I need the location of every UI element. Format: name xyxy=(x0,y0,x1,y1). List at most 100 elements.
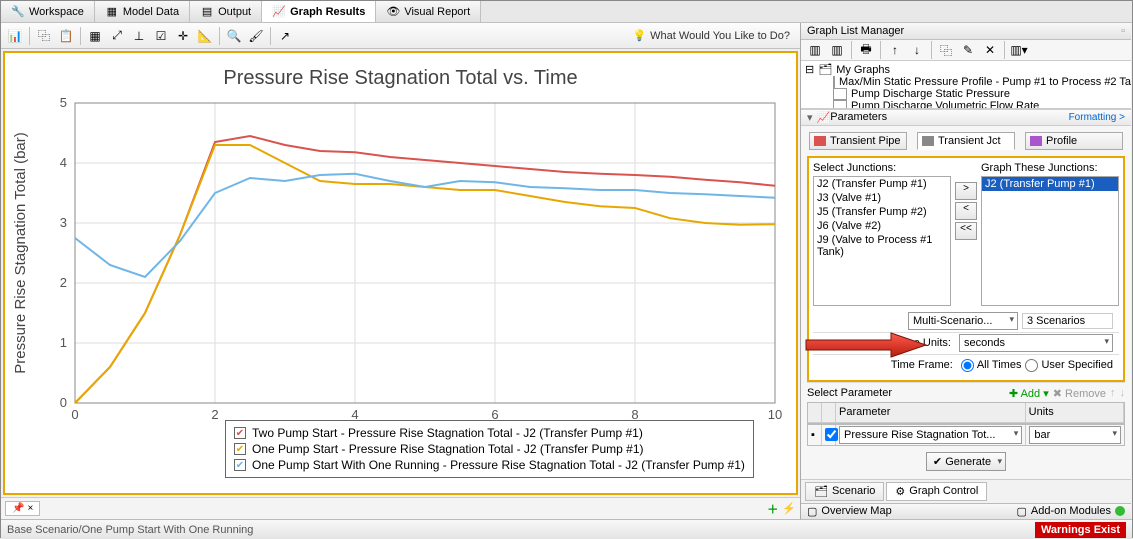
generate-button[interactable]: ✔ Generate xyxy=(926,452,1006,471)
brush-icon[interactable]: 🖌 xyxy=(246,26,266,46)
params-icon: 📈 xyxy=(817,111,831,124)
warnings-badge[interactable]: Warnings Exist xyxy=(1035,522,1126,538)
move-all-left-btn[interactable]: << xyxy=(955,222,977,240)
move-right-btn[interactable]: > xyxy=(955,182,977,200)
param-units-combo[interactable]: bar xyxy=(1029,426,1121,444)
remove-param-btn[interactable]: ✖ Remove xyxy=(1053,387,1106,400)
axes-icon[interactable]: ⊥ xyxy=(129,26,149,46)
graph-junctions-list[interactable]: J2 (Transfer Pump #1) xyxy=(981,176,1119,306)
tab-output[interactable]: ▤Output xyxy=(190,1,262,22)
bolt-icon[interactable]: ⚡ xyxy=(782,502,796,515)
svg-text:0: 0 xyxy=(71,407,78,422)
param-up-icon[interactable]: ↑ xyxy=(1110,387,1116,399)
tab-workspace[interactable]: 🔧Workspace xyxy=(1,1,95,22)
glm-toolbar: ▥ ▥ 🖶 ↑ ↓ ⿻ ✎ ✕ ▥▾ xyxy=(801,40,1131,61)
graph-item-icon xyxy=(833,100,847,109)
move-left-btn[interactable]: < xyxy=(955,202,977,220)
tree-item[interactable]: Pump Discharge Volumetric Flow Rate xyxy=(805,100,1127,109)
param-down-icon[interactable]: ↓ xyxy=(1120,387,1126,399)
paste-icon[interactable]: 📋 xyxy=(56,26,76,46)
glm-btn1-icon[interactable]: ▥ xyxy=(805,40,825,60)
glm-more-icon[interactable]: ▥▾ xyxy=(1009,40,1029,60)
chart-legend: ✔Two Pump Start - Pressure Rise Stagnati… xyxy=(225,420,754,478)
multi-scenario-value: 3 Scenarios xyxy=(1022,313,1113,329)
param-grid: Parameter Units xyxy=(807,402,1125,424)
glm-btn2-icon[interactable]: ▥ xyxy=(827,40,847,60)
legend-item: ✔One Pump Start With One Running - Press… xyxy=(234,457,745,473)
select-junctions-list[interactable]: J2 (Transfer Pump #1)J3 (Valve #1)J5 (Tr… xyxy=(813,176,951,306)
junctions-panel: Select Junctions: J2 (Transfer Pump #1)J… xyxy=(807,156,1125,382)
tab-transient-jct[interactable]: Transient Jct xyxy=(917,132,1015,150)
time-units-combo[interactable]: seconds xyxy=(959,334,1113,352)
legend-item: ✔Two Pump Start - Pressure Rise Stagnati… xyxy=(234,425,745,441)
addon-modules-label[interactable]: Add-on Modules xyxy=(1031,505,1111,517)
svg-text:1: 1 xyxy=(60,335,67,350)
tab-visual-report[interactable]: 👁Visual Report xyxy=(376,1,481,22)
grid-toggle-icon[interactable]: ▦ xyxy=(85,26,105,46)
svg-text:Pressure Rise Stagnation Total: Pressure Rise Stagnation Total (bar) xyxy=(12,132,29,374)
check-icon[interactable]: ☑ xyxy=(151,26,171,46)
copy-icon[interactable]: ⿻ xyxy=(34,26,54,46)
param-row[interactable]: ▪ Pressure Rise Stagnation Tot... bar xyxy=(807,424,1125,446)
plus-icon[interactable]: ＋ xyxy=(767,501,778,517)
list-item[interactable]: J2 (Transfer Pump #1) xyxy=(814,177,950,191)
formatting-link[interactable]: Formatting > xyxy=(1069,112,1125,123)
glm-tree[interactable]: ⊟ 🗂 My Graphs Max/Min Static Pressure Pr… xyxy=(801,61,1131,109)
list-item[interactable]: J3 (Valve #1) xyxy=(814,191,950,205)
export-icon[interactable]: ↗ xyxy=(275,26,295,46)
glm-down-icon[interactable]: ↓ xyxy=(907,40,927,60)
time-frame-user-radio[interactable]: User Specified xyxy=(1025,359,1113,372)
list-item[interactable]: J6 (Valve #2) xyxy=(814,219,950,233)
glm-copy-icon[interactable]: ⿻ xyxy=(936,40,956,60)
tree-item[interactable]: Max/Min Static Pressure Profile - Pump #… xyxy=(805,76,1127,88)
svg-text:2: 2 xyxy=(211,407,218,422)
overview-map-label[interactable]: Overview Map xyxy=(821,505,891,517)
minus-icon[interactable]: ⊟ xyxy=(805,63,814,76)
status-dot-icon xyxy=(1115,506,1125,516)
tab-graph-control[interactable]: ⚙Graph Control xyxy=(886,482,987,501)
chart-area: Pressure Rise Stagnation Total vs. Time … xyxy=(3,51,798,495)
svg-text:4: 4 xyxy=(60,155,67,170)
glm-print-icon[interactable]: 🖶 xyxy=(856,40,876,60)
tab-scenario[interactable]: 🗂Scenario xyxy=(805,482,884,501)
grid-icon: ▦ xyxy=(105,5,119,19)
status-path: Base Scenario/One Pump Start With One Ru… xyxy=(7,524,253,536)
param-tabs: Transient Pipe Transient Jct Profile xyxy=(801,126,1131,156)
right-bottom-tabs: 🗂Scenario ⚙Graph Control xyxy=(801,479,1131,503)
glm-rename-icon[interactable]: ✎ xyxy=(958,40,978,60)
tab-graph-results[interactable]: 📈Graph Results xyxy=(262,1,376,22)
svg-text:3: 3 xyxy=(60,215,67,230)
tree-root[interactable]: My Graphs xyxy=(836,64,890,76)
modules-icon: ▢ xyxy=(1016,505,1026,518)
measure-icon[interactable]: 📐 xyxy=(195,26,215,46)
tab-profile[interactable]: Profile xyxy=(1025,132,1123,150)
expand-icon[interactable]: ⤢ xyxy=(107,26,127,46)
glm-up-icon[interactable]: ↑ xyxy=(885,40,905,60)
crosshair-icon[interactable]: ✛ xyxy=(173,26,193,46)
params-header[interactable]: ▾ 📈 Parameters Formatting > xyxy=(801,109,1131,126)
select-junctions-label: Select Junctions: xyxy=(813,162,951,174)
glm-delete-icon[interactable]: ✕ xyxy=(980,40,1000,60)
time-frame-label: Time Frame: xyxy=(819,359,957,371)
add-param-btn[interactable]: ✚ Add ▾ xyxy=(1009,387,1049,400)
glm-pin-icon[interactable]: ▫ xyxy=(1121,25,1125,37)
list-item[interactable]: J2 (Transfer Pump #1) xyxy=(982,177,1118,191)
zoom-icon[interactable]: 🔍 xyxy=(224,26,244,46)
chevron-down-icon: ▾ xyxy=(807,111,813,124)
tab-transient-pipe[interactable]: Transient Pipe xyxy=(809,132,907,150)
line-purple-icon xyxy=(1030,136,1042,146)
tree-item[interactable]: Pump Discharge Static Pressure xyxy=(805,88,1127,100)
chart-type-icon[interactable]: 📊 xyxy=(5,26,25,46)
chart-instance-tab[interactable]: 📌× xyxy=(5,501,40,516)
eye-icon: 👁 xyxy=(386,5,400,19)
chart-icon: 📈 xyxy=(272,5,286,19)
what-would-you-like-link[interactable]: 💡What Would You Like to Do? xyxy=(626,27,796,44)
time-frame-all-radio[interactable]: All Times xyxy=(961,359,1022,372)
right-status-bar: ▢ Overview Map ▢ Add-on Modules xyxy=(801,503,1131,519)
tab-model-data[interactable]: ▦Model Data xyxy=(95,1,190,22)
list-item[interactable]: J9 (Valve to Process #1 Tank) xyxy=(814,233,950,259)
col-units: Units xyxy=(1026,403,1124,423)
param-name-combo[interactable]: Pressure Rise Stagnation Tot... xyxy=(839,426,1022,444)
multi-scenario-button[interactable]: Multi-Scenario... xyxy=(908,312,1018,330)
list-item[interactable]: J5 (Transfer Pump #2) xyxy=(814,205,950,219)
